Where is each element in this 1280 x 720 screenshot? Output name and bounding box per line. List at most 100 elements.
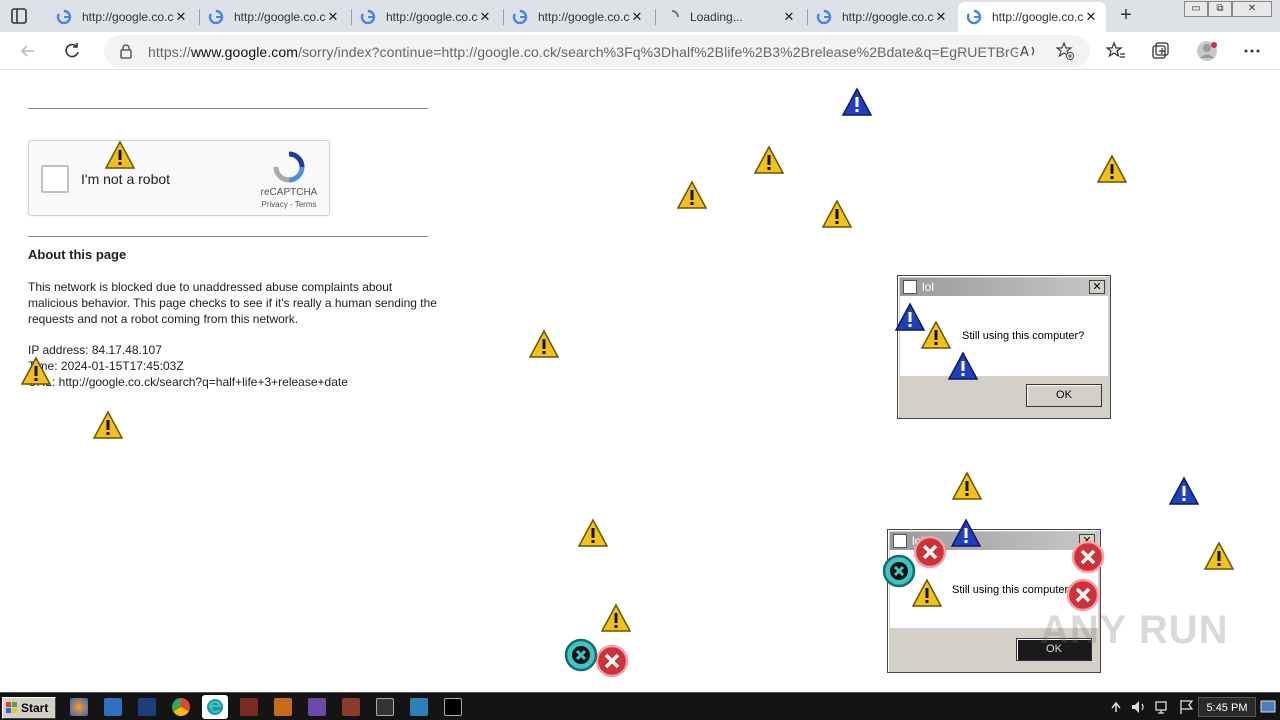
browser-tabstrip: http://google.co.ck ✕ http://google.co.c… [0,0,1280,32]
dialog-close-button[interactable]: ✕ [1089,280,1105,294]
cmd-taskbar-icon[interactable] [444,698,462,716]
loading-spinner-icon [671,10,679,18]
chevron-up-icon[interactable] [1110,699,1122,715]
dialog-titlebar[interactable]: lol ✕ [900,278,1108,296]
lock-icon[interactable] [118,43,134,59]
app-taskbar-icon[interactable] [274,698,292,716]
start-button[interactable]: Start [2,697,56,719]
google-favicon-icon [208,9,224,25]
tab-title: Loading... [690,10,743,24]
browser-tab[interactable]: http://google.co.ck ✕ [352,2,500,32]
about-heading: About this page [28,247,127,262]
warning-icon [577,518,609,547]
dialog-ok-button[interactable]: OK [1026,384,1102,407]
browser-tab-loading[interactable]: Loading... ✕ [656,2,804,32]
url-line: URL: http://google.co.ck/search?q=half+l… [28,375,348,389]
tab-close-icon[interactable]: ✕ [174,9,188,25]
profile-avatar-icon[interactable] [1196,40,1218,62]
app-window-icon [893,534,907,548]
tab-title: http://google.co.ck [992,10,1084,24]
media-player-taskbar-icon[interactable] [138,698,156,716]
url-host: www.google.com [190,44,299,60]
back-arrow-icon[interactable] [18,41,38,61]
error-icon [1071,540,1105,574]
app-window-icon [903,280,917,294]
network-icon[interactable] [1154,699,1172,715]
volume-icon[interactable] [1130,699,1148,715]
warning-icon [92,410,124,439]
explorer-taskbar-icon[interactable] [104,698,122,716]
read-aloud-icon[interactable]: A [1020,43,1038,59]
browser-tab[interactable]: http://google.co.ck ✕ [48,2,196,32]
warning-icon [1203,541,1235,570]
blue-warning-icon [1168,476,1200,505]
watermark: ANY RUN [1040,608,1229,652]
add-favorite-icon[interactable] [1056,42,1074,60]
more-options-icon[interactable] [1242,41,1262,61]
error-icon [913,535,947,569]
collections-icon[interactable] [1150,41,1170,61]
recaptcha-logo-icon [273,151,305,183]
url-path: /sorry/index?continue=http://google.co.c… [298,44,1018,60]
recaptcha-brand: reCAPTCHA [260,187,318,198]
tab-title: http://google.co.ck [234,10,326,24]
chrome-taskbar-icon[interactable] [172,698,190,716]
browser-tab-active[interactable]: http://google.co.ck ✕ [958,2,1106,32]
tab-close-icon[interactable]: ✕ [782,9,796,25]
windows-flag-icon [6,702,17,713]
dialog-message: Still using this computer? [962,330,1085,342]
tab-close-icon[interactable]: ✕ [478,9,492,25]
firefox-taskbar-icon[interactable] [70,698,88,716]
recaptcha-privacy-terms-link[interactable]: Privacy - Terms [253,200,325,209]
divider-top [28,108,428,109]
browser-tab[interactable]: http://google.co.ck ✕ [504,2,652,32]
tab-close-icon[interactable]: ✕ [630,9,644,25]
tab-close-icon[interactable]: ✕ [934,9,948,25]
edge-icon [207,699,223,715]
blue-warning-icon [947,351,979,380]
minimize-button[interactable]: ▭ [1184,1,1208,17]
new-tab-button[interactable]: + [1116,5,1136,26]
tab-actions-icon[interactable] [10,7,28,25]
warning-icon [528,329,560,358]
close-window-button[interactable]: ✕ [1232,1,1272,17]
google-favicon-icon [512,9,528,25]
address-bar[interactable]: https://www.google.com/sorry/index?conti… [104,35,1090,67]
calculator-taskbar-icon[interactable] [376,698,394,716]
edge-taskbar-button[interactable] [202,695,228,719]
tab-title: http://google.co.ck [538,10,630,24]
browser-navbar: https://www.google.com/sorry/index?conti… [0,32,1280,70]
action-center-flag-icon[interactable] [1178,699,1196,715]
taskbar-clock[interactable]: 5:45 PM [1198,697,1256,717]
warning-icon [600,603,632,632]
google-favicon-icon [56,9,72,25]
ip-address-line: IP address: 84.17.48.107 [28,343,162,357]
url-scheme: https:// [148,44,191,60]
warning-icon [951,471,983,500]
warning-icon [1096,154,1128,183]
tab-close-icon[interactable]: ✕ [326,9,340,25]
warning-icon [20,356,52,385]
recaptcha-checkbox[interactable] [41,165,69,193]
app-taskbar-icon[interactable] [410,698,428,716]
app-taskbar-icon[interactable] [240,698,258,716]
browser-tab[interactable]: http://google.co.ck ✕ [808,2,956,32]
show-desktop-icon[interactable] [1260,699,1276,715]
desktop-screen: http://google.co.ck ✕ http://google.co.c… [0,0,1280,720]
restore-button[interactable]: ⧉ [1208,1,1232,17]
blue-warning-icon [841,87,873,116]
svg-text:A: A [1020,45,1029,59]
app-taskbar-icon[interactable] [308,698,326,716]
start-label: Start [21,701,49,715]
google-favicon-icon [360,9,376,25]
blue-warning-icon [894,302,926,331]
tab-close-icon[interactable]: ✕ [1084,9,1098,25]
app-taskbar-icon[interactable] [342,698,360,716]
blue-warning-icon [950,518,982,547]
google-favicon-icon [966,9,982,25]
refresh-icon[interactable] [62,41,82,61]
warning-icon [104,140,136,169]
warning-icon [676,180,708,209]
browser-tab[interactable]: http://google.co.ck ✕ [200,2,348,32]
favorites-icon[interactable] [1106,41,1126,61]
